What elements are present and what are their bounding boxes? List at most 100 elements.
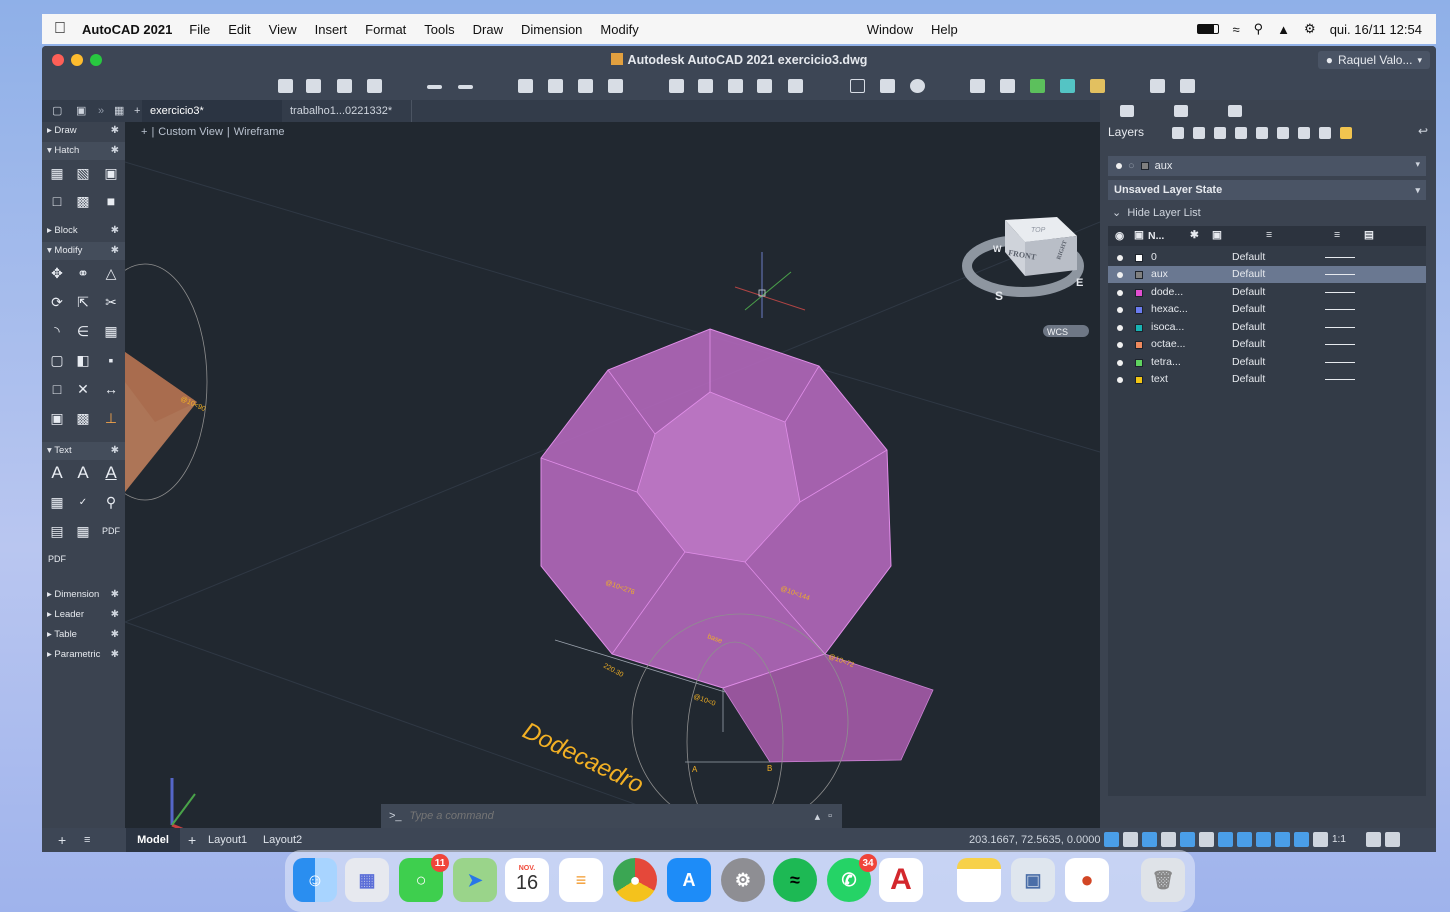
text-align-icon[interactable]: ▤: [48, 522, 66, 540]
delete-layer-icon[interactable]: [1214, 127, 1226, 139]
notes-icon[interactable]: [957, 858, 1001, 902]
3d-box-icon[interactable]: ▢: [48, 351, 66, 369]
layer-row[interactable]: text Default: [1108, 371, 1426, 388]
properties-tab-icon[interactable]: [1174, 105, 1188, 117]
properties-icon[interactable]: [698, 79, 713, 93]
gear-icon[interactable]: ✱: [111, 606, 119, 624]
lineweight-toggle-icon[interactable]: [1199, 832, 1214, 847]
octahedron-shape[interactable]: [125, 263, 208, 501]
menu-dimension[interactable]: Dimension: [512, 22, 591, 37]
menu-draw[interactable]: Draw: [464, 22, 512, 37]
menu-insert[interactable]: Insert: [306, 22, 357, 37]
dodecahedron-shape[interactable]: [540, 328, 934, 763]
layer-tool-icon[interactable]: [669, 79, 684, 93]
section-modify[interactable]: ▾ Modify ✱: [42, 242, 125, 260]
preview-icon[interactable]: ▣: [1011, 858, 1055, 902]
messages-icon[interactable]: ○ 11: [399, 854, 449, 902]
zoom-window-icon[interactable]: [850, 79, 865, 93]
command-history-icon[interactable]: ▴: [807, 810, 829, 823]
column-lineweight-icon[interactable]: ≡: [1334, 229, 1340, 241]
menu-format[interactable]: Format: [356, 22, 415, 37]
menu-help[interactable]: Help: [922, 22, 967, 37]
boundary-icon[interactable]: ▣: [102, 164, 120, 182]
edit-spline-icon[interactable]: ▩: [74, 409, 92, 427]
export-icon[interactable]: [608, 79, 623, 93]
menu-window[interactable]: Window: [858, 22, 922, 37]
drawing-title-text[interactable]: Dodecaedro: [518, 717, 647, 799]
pdf-import-icon[interactable]: PDF: [48, 550, 66, 568]
redo-icon[interactable]: [458, 85, 473, 89]
column-status-icon[interactable]: ▣: [1134, 229, 1144, 241]
revision-cloud-icon[interactable]: ■: [102, 192, 120, 210]
dynamic-ucs-icon[interactable]: [1275, 832, 1290, 847]
tab-exercicio3[interactable]: exercicio3*: [142, 100, 282, 122]
hatch-icon[interactable]: ▦: [48, 164, 66, 182]
graduation-cap-icon[interactable]: ▲: [1277, 22, 1290, 37]
compass-east[interactable]: E: [1076, 277, 1083, 289]
layer-off-icon[interactable]: [1277, 127, 1289, 139]
osnap-toggle-icon[interactable]: [1180, 832, 1195, 847]
orbit-icon[interactable]: [910, 79, 925, 93]
add-layout-icon[interactable]: +: [52, 828, 72, 852]
tab-layout2[interactable]: Layout2: [257, 828, 308, 852]
text-style-icon[interactable]: A: [102, 463, 120, 482]
array-icon[interactable]: ▦: [102, 322, 120, 340]
new-layout-icon[interactable]: +: [182, 828, 202, 852]
gear-icon[interactable]: ✱: [111, 142, 119, 160]
fillet-icon[interactable]: ◝: [48, 322, 66, 340]
auto-scale-icon[interactable]: [1313, 832, 1328, 847]
apple-icon[interactable]: : [42, 20, 78, 38]
new-layer-vp-icon[interactable]: [1193, 127, 1205, 139]
compass-south[interactable]: S: [995, 289, 1003, 303]
section-draw[interactable]: ▸ Draw ✱: [42, 122, 125, 140]
copy-icon[interactable]: ⚭: [74, 264, 92, 282]
gradient-icon[interactable]: ▧: [74, 164, 92, 182]
section-dimension[interactable]: ▸ Dimension ✱: [42, 586, 125, 604]
break-icon[interactable]: ✕: [74, 380, 92, 398]
settings-gear-icon[interactable]: [1385, 832, 1400, 847]
calendar-icon[interactable]: NOV. 16: [505, 858, 549, 902]
reminders-icon[interactable]: ≡: [559, 858, 603, 902]
new-file-icon[interactable]: [278, 79, 293, 93]
menu-tools[interactable]: Tools: [415, 22, 463, 37]
pdf-text-icon[interactable]: PDF: [102, 522, 120, 540]
annotation-scale-icon[interactable]: 1:1: [1332, 832, 1362, 847]
gear-icon[interactable]: ✱: [111, 442, 119, 460]
undo-icon[interactable]: [427, 85, 442, 89]
tab-trabalho1[interactable]: trabalho1...0221332*: [282, 100, 412, 122]
gear-icon[interactable]: ✱: [111, 626, 119, 644]
menubar-datetime[interactable]: qui. 16/11 12:54: [1330, 22, 1422, 37]
render-icon[interactable]: [1150, 79, 1165, 93]
current-layer-dropdown[interactable]: ○ aux ▾: [1108, 156, 1426, 176]
block-icon[interactable]: [757, 79, 772, 93]
section-text[interactable]: ▾ Text ✱: [42, 442, 125, 460]
explode-icon[interactable]: ▪: [102, 351, 120, 369]
viewcube-top[interactable]: TOP: [1031, 227, 1046, 234]
layer-row[interactable]: 0 Default: [1108, 249, 1426, 266]
layer-row[interactable]: tetra... Default: [1108, 354, 1426, 371]
selection-cycling-icon[interactable]: [1237, 832, 1252, 847]
transparency-toggle-icon[interactable]: [1218, 832, 1233, 847]
powerpoint-icon[interactable]: ●: [1065, 858, 1109, 902]
wcs-label[interactable]: WCS: [1047, 327, 1068, 337]
region-icon[interactable]: □: [48, 192, 66, 210]
gear-icon[interactable]: ✱: [111, 586, 119, 604]
sheet-set-icon[interactable]: [1030, 79, 1045, 93]
plot-icon[interactable]: [518, 79, 533, 93]
single-line-text-icon[interactable]: A: [74, 463, 92, 482]
column-freeze-icon[interactable]: ✱: [1190, 229, 1199, 241]
hide-layer-list-toggle[interactable]: ⌄ Hide Layer List: [1112, 206, 1201, 219]
open-file-icon[interactable]: [306, 79, 321, 93]
system-preferences-icon[interactable]: ⚙: [721, 858, 765, 902]
view-menu[interactable]: Custom View: [154, 126, 227, 138]
compass-west[interactable]: W: [993, 244, 1002, 254]
whatsapp-icon[interactable]: ✆ 34: [827, 854, 877, 902]
lengthen-icon[interactable]: ⊥: [102, 409, 120, 427]
command-options-icon[interactable]: ▫: [828, 810, 842, 822]
set-current-icon[interactable]: [1235, 127, 1247, 139]
find-replace-icon[interactable]: ⚲: [102, 493, 120, 511]
menu-view[interactable]: View: [260, 22, 306, 37]
mirror-icon[interactable]: △: [102, 264, 120, 282]
layout-list-icon[interactable]: ≡: [78, 828, 96, 852]
scale-icon[interactable]: ⇱: [74, 293, 92, 311]
